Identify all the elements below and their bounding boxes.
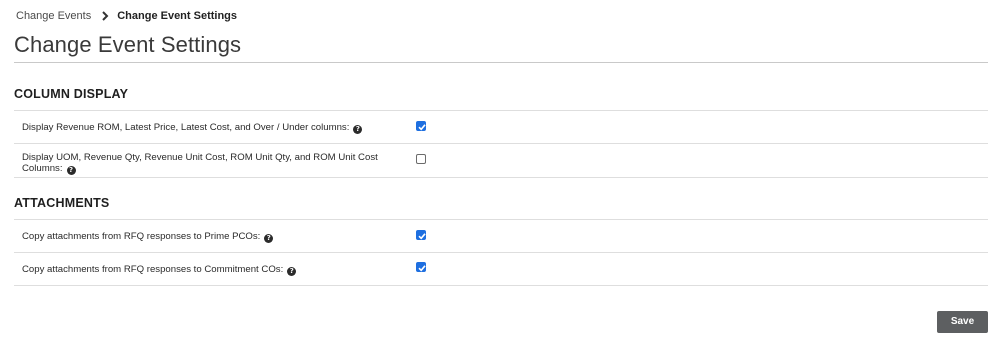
divider <box>14 143 988 144</box>
divider <box>14 285 988 286</box>
setting-label-text: Copy attachments from RFQ responses to C… <box>22 264 284 275</box>
checkbox-uom-columns[interactable] <box>416 154 426 164</box>
setting-label-text: Copy attachments from RFQ responses to P… <box>22 231 261 242</box>
question-circle-icon[interactable]: ? <box>353 125 363 134</box>
breadcrumb-current: Change Event Settings <box>117 10 238 22</box>
divider <box>14 252 988 253</box>
question-circle-icon[interactable]: ? <box>66 166 76 175</box>
section-heading-column-display: COLUMN DISPLAY <box>14 87 129 101</box>
checkmark-icon <box>418 233 426 240</box>
divider <box>14 219 988 220</box>
setting-label-commitment-cos: Copy attachments from RFQ responses to C… <box>22 264 392 276</box>
setting-label-text: Display Revenue ROM, Latest Price, Lates… <box>22 122 350 133</box>
title-divider <box>14 62 988 63</box>
divider <box>14 177 988 178</box>
chevron-right-icon <box>102 11 109 21</box>
setting-label-uom-columns: Display UOM, Revenue Qty, Revenue Unit C… <box>22 152 392 175</box>
checkbox-prime-pcos[interactable] <box>416 230 426 240</box>
setting-label-revenue-rom-columns: Display Revenue ROM, Latest Price, Lates… <box>22 122 392 134</box>
setting-label-prime-pcos: Copy attachments from RFQ responses to P… <box>22 231 392 243</box>
section-heading-attachments: ATTACHMENTS <box>14 196 110 210</box>
setting-label-text-line1: Display UOM, Revenue Qty, Revenue Unit C… <box>22 152 378 163</box>
checkbox-commitment-cos[interactable] <box>416 262 426 272</box>
checkmark-icon <box>418 265 426 272</box>
question-circle-icon[interactable]: ? <box>287 267 297 276</box>
page-title: Change Event Settings <box>14 32 242 57</box>
checkbox-revenue-rom-columns[interactable] <box>416 121 426 131</box>
setting-label-text-line2: Columns: <box>22 163 63 174</box>
breadcrumb: Change Events Change Event Settings <box>16 10 237 22</box>
breadcrumb-link-change-events[interactable]: Change Events <box>16 10 91 22</box>
save-button[interactable]: Save <box>937 311 988 333</box>
question-circle-icon[interactable]: ? <box>264 234 274 243</box>
divider <box>14 110 988 111</box>
checkmark-icon <box>418 124 426 131</box>
